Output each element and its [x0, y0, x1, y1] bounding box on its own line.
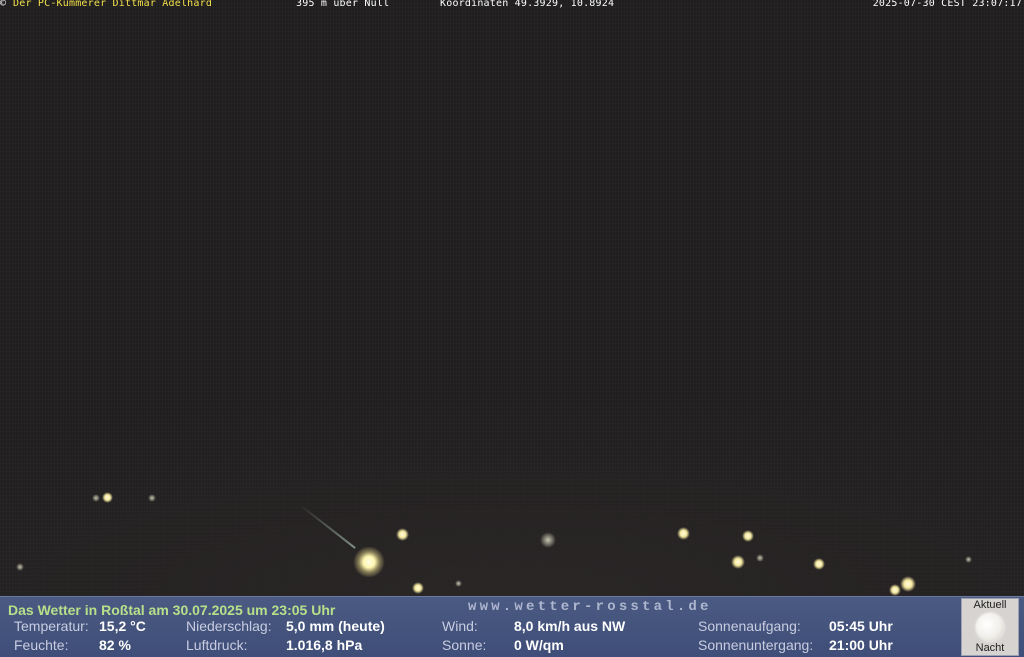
town-light: [965, 556, 972, 563]
town-light: [900, 576, 916, 592]
weather-headline: Das Wetter in Roßtal am 30.07.2025 um 23…: [8, 602, 336, 618]
sunrise-value: 05:45 Uhr: [829, 618, 893, 634]
webcam-night-image: © Der PC-Kümmerer Dittmar Adelhard 395 m…: [0, 0, 1024, 596]
town-light: [353, 546, 385, 578]
sunset-label: Sonnenuntergang:: [698, 637, 814, 653]
sunrise-label: Sonnenaufgang:: [698, 618, 801, 634]
pressure-label: Luftdruck:: [186, 637, 248, 653]
town-light: [540, 532, 556, 548]
full-moon-icon: [976, 613, 1004, 641]
town-light: [16, 563, 24, 571]
camera-info-overlay: © Der PC-Kümmerer Dittmar Adelhard 395 m…: [0, 0, 1024, 10]
town-light: [396, 528, 409, 541]
town-light: [412, 582, 424, 594]
humidity-value: 82 %: [99, 637, 131, 653]
town-light: [102, 492, 113, 503]
town-light: [455, 580, 462, 587]
copyright-symbol: ©: [0, 0, 7, 9]
coordinates-text: Koordinaten 49.3929, 10.8924: [440, 0, 615, 9]
timestamp-text: 2025-07-30 CEST 23:07:17: [872, 0, 1022, 9]
sunset-value: 21:00 Uhr: [829, 637, 893, 653]
sun-radiation-label: Sonne:: [442, 637, 487, 653]
sun-radiation-value: 0 W/qm: [514, 637, 564, 653]
town-light: [889, 584, 901, 596]
precipitation-value: 5,0 mm (heute): [286, 618, 385, 634]
owner-name: Der PC-Kümmerer Dittmar Adelhard: [13, 0, 213, 9]
humidity-label: Feuchte:: [14, 637, 69, 653]
temperature-value: 15,2 °C: [99, 618, 146, 634]
town-light: [813, 558, 825, 570]
website-link[interactable]: www.wetter-rosstal.de: [468, 599, 712, 615]
moon-current-label: Aktuell: [973, 599, 1007, 611]
town-light: [756, 554, 764, 562]
altitude-text: 395 m über Null: [296, 0, 390, 9]
temperature-label: Temperatur:: [14, 618, 89, 634]
pressure-value: 1.016,8 hPa: [286, 637, 363, 653]
town-light: [92, 494, 100, 502]
town-light: [742, 530, 754, 542]
wind-label: Wind:: [442, 618, 478, 634]
moon-phase-box: Aktuell Nacht: [961, 598, 1019, 656]
town-light: [731, 555, 745, 569]
precipitation-label: Niederschlag:: [186, 618, 272, 634]
wind-value: 8,0 km/h aus NW: [514, 618, 626, 634]
moon-night-label: Nacht: [975, 642, 1005, 654]
light-streak: [299, 504, 356, 549]
town-light: [148, 494, 156, 502]
town-light: [677, 527, 690, 540]
